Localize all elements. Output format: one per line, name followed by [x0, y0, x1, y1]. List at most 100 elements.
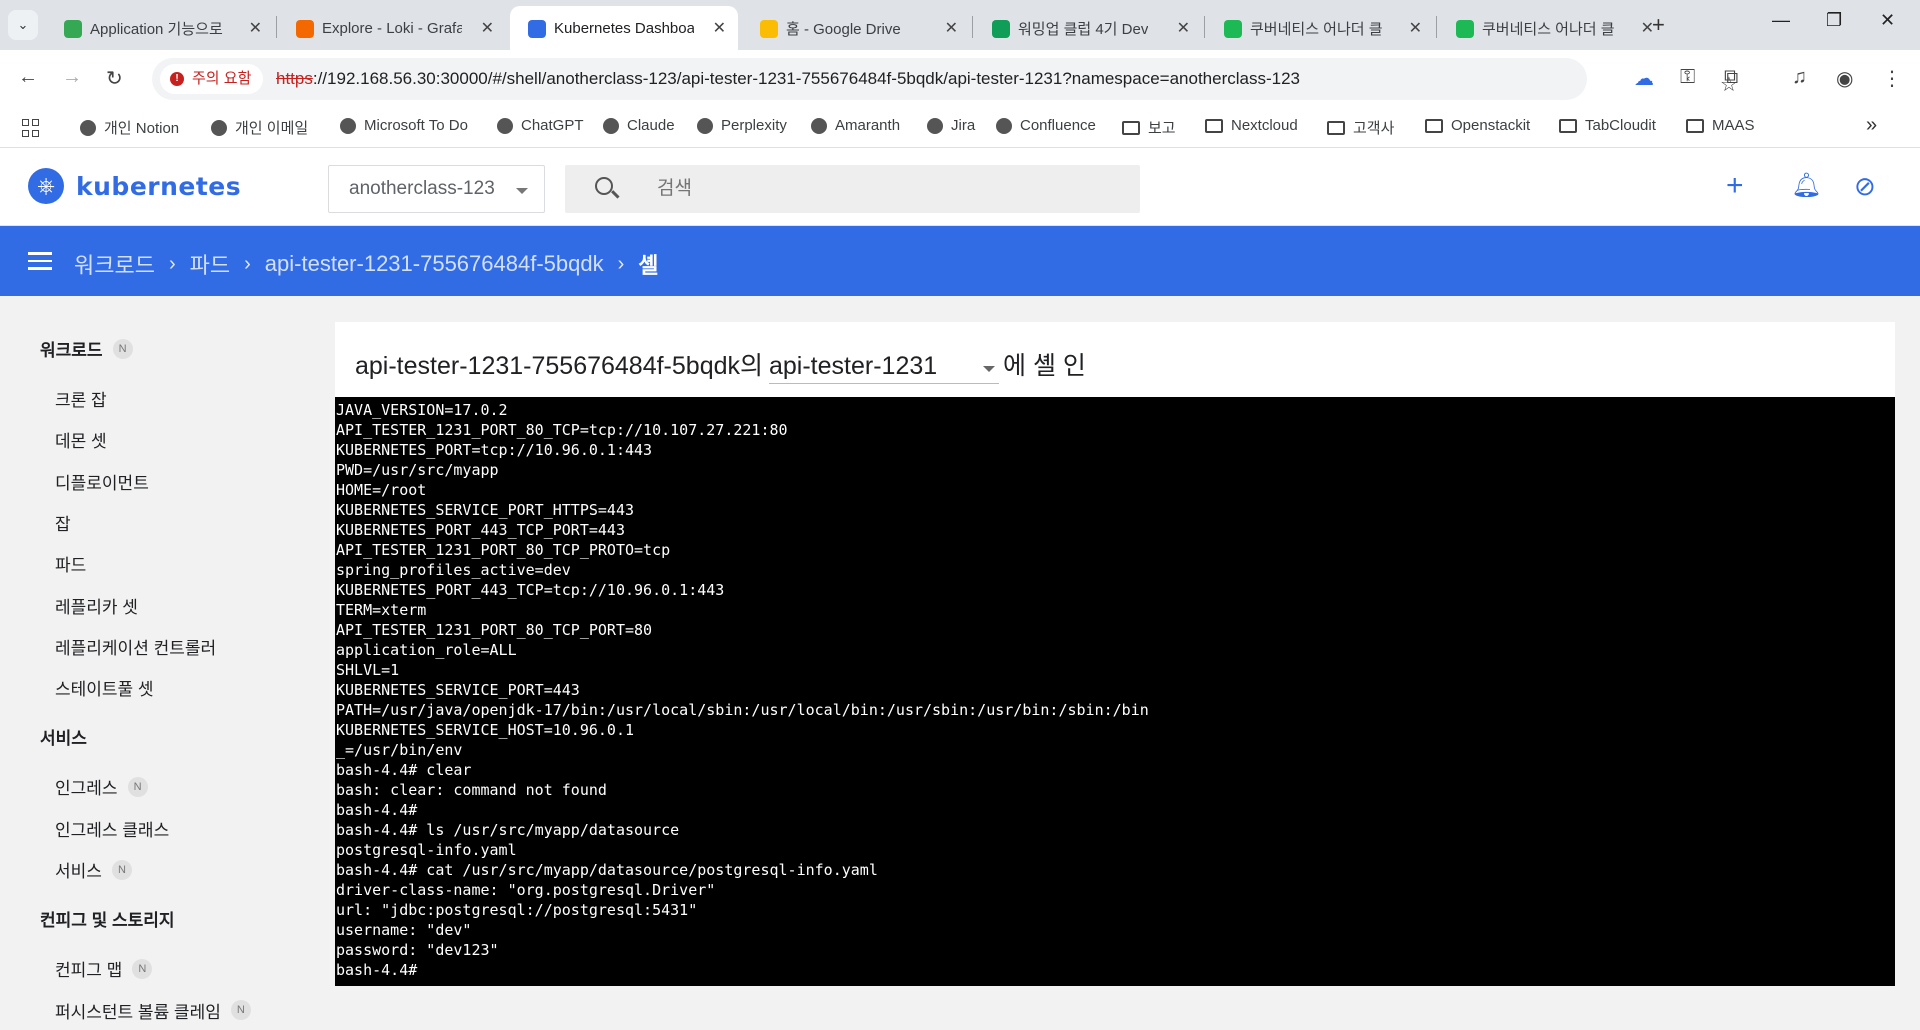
bookmark-item[interactable]: 보고: [1122, 117, 1176, 138]
profile-icon[interactable]: ◉: [1836, 66, 1853, 91]
account-icon[interactable]: ⊘: [1854, 172, 1876, 200]
terminal-line: application_role=ALL: [336, 641, 517, 659]
search-input[interactable]: [657, 175, 1097, 203]
search-box[interactable]: [565, 165, 1140, 213]
sidebar-item[interactable]: 레플리카 셋: [55, 593, 138, 618]
sidebar-section[interactable]: 서비스: [40, 724, 87, 749]
media-control-icon[interactable]: ♫: [1792, 66, 1807, 89]
tab-close-icon[interactable]: ✕: [481, 18, 494, 38]
breadcrumb-toolbar: 워크로드 › 파드 › api-tester-1231-755676484f-5…: [0, 226, 1920, 296]
tab-close-icon[interactable]: ✕: [1409, 18, 1422, 38]
bookmark-item[interactable]: Claude: [603, 117, 675, 134]
terminal-line: HOME=/root: [336, 481, 427, 499]
bookmark-item[interactable]: ChatGPT: [497, 117, 584, 134]
menu-icon[interactable]: [28, 252, 52, 270]
browser-menu-icon[interactable]: ⋮: [1882, 66, 1902, 91]
browser-tab[interactable]: 홈 - Google Drive ✕: [742, 6, 970, 50]
breadcrumb: 워크로드 › 파드 › api-tester-1231-755676484f-5…: [74, 248, 659, 280]
minimize-icon[interactable]: —: [1772, 10, 1790, 31]
bookmark-item[interactable]: 개인 이메일: [211, 117, 308, 138]
sidebar-item-label: 크론 잡: [55, 391, 107, 410]
sidebar-section[interactable]: 워크로드 N: [40, 336, 133, 361]
search-icon: [595, 177, 613, 195]
bookmark-item[interactable]: MAAS: [1686, 117, 1755, 134]
tab-close-icon[interactable]: ✕: [1177, 18, 1190, 38]
bookmark-label: Microsoft To Do: [364, 117, 468, 134]
forward-icon[interactable]: →: [62, 66, 82, 89]
sidebar-item[interactable]: 잡: [55, 510, 71, 535]
terminal-line: KUBERNETES_PORT_443_TCP=tcp://10.96.0.1:…: [336, 581, 725, 599]
bookmark-item[interactable]: Microsoft To Do: [340, 117, 468, 134]
sidebar-item[interactable]: 인그레스 클래스: [55, 816, 169, 841]
browser-tab[interactable]: 워밍업 클럽 4기 Dev ✕: [974, 6, 1202, 50]
sidebar-item[interactable]: 서비스 N: [55, 857, 132, 882]
sidebar-item[interactable]: 스테이트풀 셋: [55, 675, 154, 700]
container-select[interactable]: api-tester-1231: [769, 352, 999, 384]
kubernetes-logo[interactable]: ⎈ kubernetes: [28, 168, 241, 204]
extensions-puzzle-icon[interactable]: ⧉: [1724, 66, 1738, 89]
tab-search-icon[interactable]: ⌄: [8, 10, 38, 40]
tab-close-icon[interactable]: ✕: [249, 18, 262, 38]
bookmark-item[interactable]: TabCloudit: [1559, 117, 1656, 134]
terminal-line: JAVA_VERSION=17.0.2: [336, 401, 508, 419]
back-icon[interactable]: ←: [18, 66, 38, 89]
create-plus-icon[interactable]: +: [1726, 171, 1744, 201]
chevron-right-icon: ›: [168, 252, 176, 275]
bookmark-item[interactable]: 고객사: [1327, 117, 1394, 138]
sidebar-item[interactable]: 컨피그 맵 N: [55, 956, 153, 981]
address-bar[interactable]: ! 주의 요함 https://192.168.56.30:30000/#/sh…: [152, 58, 1738, 100]
sidebar-item[interactable]: 인그레스 N: [55, 774, 148, 799]
browser-tab[interactable]: 쿠버네티스 어나더 클 ✕: [1438, 6, 1666, 50]
reload-icon[interactable]: ↻: [106, 66, 123, 91]
sidebar-item[interactable]: 크론 잡: [55, 386, 107, 411]
tab-title: 홈 - Google Drive: [786, 20, 901, 38]
extension-icon[interactable]: ⚿: [1680, 66, 1695, 89]
bookmarks-overflow-icon[interactable]: »: [1866, 114, 1877, 137]
pod-name-label: api-tester-1231-755676484f-5bqdk의: [355, 352, 763, 380]
sidebar-item[interactable]: 파드: [55, 551, 86, 576]
browser-tab[interactable]: Application 기능으로 ✕: [46, 6, 274, 50]
bookmark-item[interactable]: Amaranth: [811, 117, 900, 134]
restore-icon[interactable]: ❐: [1826, 10, 1842, 31]
bookmark-item[interactable]: Jira: [927, 117, 975, 134]
sidebar-item-label: 컨피그 맵: [55, 961, 123, 981]
sidebar-item[interactable]: 데몬 셋: [55, 427, 107, 452]
sidebar-item-label: 레플리케이션 컨트롤러: [55, 638, 217, 658]
tab-close-icon[interactable]: ✕: [945, 18, 958, 38]
browser-tab[interactable]: 쿠버네티스 어나더 클 ✕: [1206, 6, 1434, 50]
breadcrumb-pod-name[interactable]: api-tester-1231-755676484f-5bqdk: [265, 251, 604, 277]
folder-icon: [1559, 118, 1577, 133]
bookmarks-bar: 개인 Notion 개인 이메일 Microsoft To Do ChatGPT Cla…: [0, 108, 1920, 148]
apps-grid-icon[interactable]: [22, 119, 40, 137]
sidebar-item[interactable]: 퍼시스턴트 볼륨 클레임 N: [55, 998, 251, 1023]
bookmark-item[interactable]: Confluence: [996, 117, 1096, 134]
terminal-line: KUBERNETES_PORT_443_TCP_PORT=443: [336, 521, 625, 539]
bookmark-item[interactable]: Nextcloud: [1205, 117, 1298, 134]
terminal-line: API_TESTER_1231_PORT_80_TCP_PORT=80: [336, 621, 653, 639]
security-warning-chip[interactable]: ! 주의 요함: [160, 64, 264, 94]
browser-tab[interactable]: Kubernetes Dashboard ✕: [510, 6, 738, 50]
close-window-icon[interactable]: ✕: [1880, 10, 1895, 31]
namespaced-badge: N: [127, 776, 148, 797]
bookmark-item[interactable]: 개인 Notion: [80, 117, 179, 138]
terminal[interactable]: JAVA_VERSION=17.0.2 API_TESTER_1231_PORT_…: [335, 397, 1895, 986]
extension-cloud-icon[interactable]: ☁: [1634, 66, 1654, 91]
breadcrumb-workloads[interactable]: 워크로드: [74, 248, 155, 280]
sidebar-item[interactable]: 레플리케이션 컨트롤러: [55, 634, 216, 659]
site-favicon-icon: [697, 117, 713, 134]
tab-close-icon[interactable]: ✕: [713, 18, 726, 38]
breadcrumb-pods[interactable]: 파드: [190, 248, 230, 280]
browser-tab[interactable]: Explore - Loki - Grafana ✕: [278, 6, 506, 50]
sidebar-item[interactable]: 디플로이먼트: [55, 469, 149, 494]
new-tab-button[interactable]: +: [1652, 12, 1665, 38]
url-path: ://192.168.56.30:30000/#/shell/anothercl…: [312, 69, 1301, 88]
notifications-bell-icon[interactable]: 🔔︎: [1791, 172, 1821, 200]
bookmark-item[interactable]: Openstackit: [1425, 117, 1530, 134]
url-text[interactable]: https://192.168.56.30:30000/#/shell/anot…: [276, 69, 1300, 89]
namespace-select[interactable]: anotherclass-123: [328, 165, 545, 213]
site-favicon-icon: [603, 117, 619, 134]
tab-favicon-icon: [528, 20, 546, 38]
sidebar-item-label: 디플로이먼트: [55, 473, 149, 493]
sidebar-section[interactable]: 컨피그 및 스토리지: [40, 906, 175, 931]
bookmark-item[interactable]: Perplexity: [697, 117, 787, 134]
